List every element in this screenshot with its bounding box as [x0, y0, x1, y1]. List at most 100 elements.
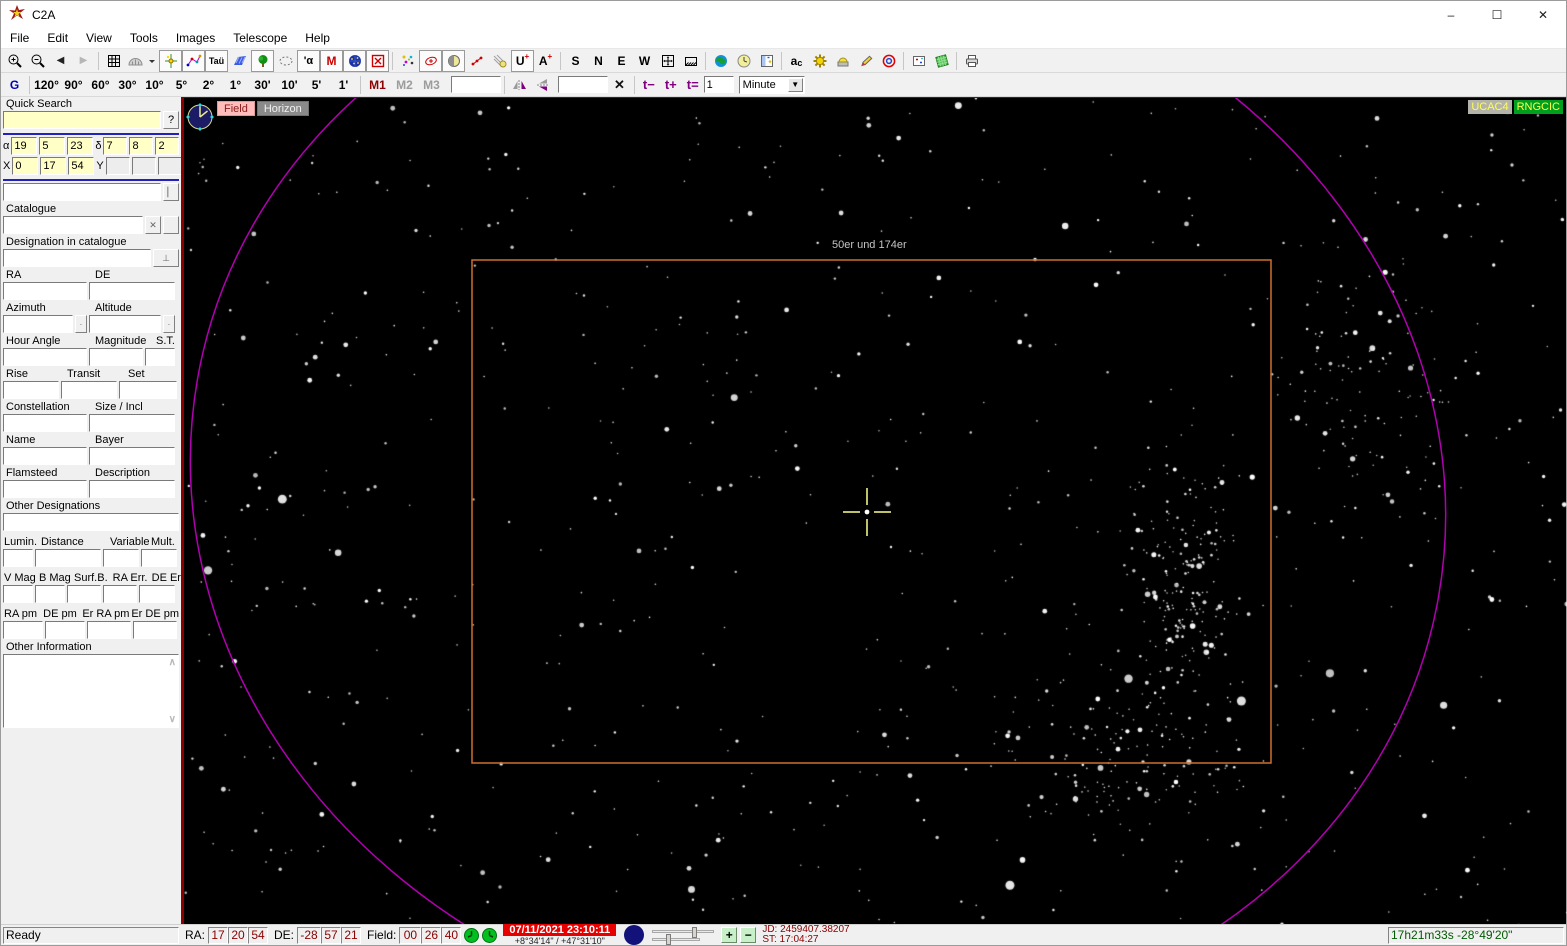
time-sliders[interactable]: [652, 926, 718, 945]
uranus-labels-icon[interactable]: U +: [511, 49, 534, 72]
azimuth-input[interactable]: [3, 315, 73, 333]
memory-3-button[interactable]: M3: [418, 74, 445, 96]
time-now-button[interactable]: t=: [682, 77, 704, 92]
fov-5m-button[interactable]: 5': [303, 74, 330, 96]
slider-thumb-top[interactable]: [692, 926, 698, 938]
other-info-textarea[interactable]: [4, 655, 178, 727]
quick-search-input[interactable]: [3, 111, 161, 129]
flip-horizontal-icon[interactable]: [508, 74, 531, 96]
pan-view-icon[interactable]: [656, 50, 679, 72]
cardinal-west-icon[interactable]: W: [633, 50, 656, 72]
star-names-icon[interactable]: 'α: [297, 49, 320, 72]
x1-input[interactable]: [12, 157, 39, 175]
catalogue-input[interactable]: [3, 216, 143, 234]
ra-s-input[interactable]: [67, 137, 94, 155]
er-de-pm-input[interactable]: [133, 621, 177, 639]
back-icon[interactable]: ◀: [49, 50, 72, 72]
maximize-button[interactable]: ☐: [1474, 1, 1520, 28]
cardinal-east-icon[interactable]: E: [610, 50, 633, 72]
grid-icon[interactable]: [102, 50, 125, 72]
fov-5-button[interactable]: 5°: [168, 74, 195, 96]
zoom-out-icon[interactable]: [26, 50, 49, 72]
transit-input[interactable]: [61, 381, 117, 399]
lumin-input[interactable]: [3, 549, 33, 567]
distance-input[interactable]: [35, 549, 101, 567]
pencil-icon[interactable]: [854, 50, 877, 72]
asteroids-icon[interactable]: [465, 50, 488, 72]
realtime2-icon[interactable]: [482, 927, 498, 943]
memory-2-button[interactable]: M2: [391, 74, 418, 96]
search-object-input[interactable]: [451, 76, 501, 93]
fov-90-button[interactable]: 90°: [60, 74, 87, 96]
ra-pm-input[interactable]: [3, 621, 43, 639]
constellation-names-icon[interactable]: Taü: [205, 49, 228, 72]
fov-60-button[interactable]: 60°: [87, 74, 114, 96]
orientation-compass-icon[interactable]: [185, 101, 217, 136]
slider-track-top[interactable]: [652, 929, 715, 933]
menu-telescope[interactable]: Telescope: [224, 29, 296, 47]
de-s-input[interactable]: [155, 137, 180, 155]
chevron-down-icon[interactable]: ▼: [787, 77, 803, 92]
magnitude-input[interactable]: [89, 348, 143, 366]
de-input[interactable]: [89, 282, 175, 300]
sky-chart[interactable]: Field Horizon UCAC4 RNGCIC 50er und 174e…: [181, 97, 1567, 926]
other-info-area[interactable]: ∧ ∨: [3, 654, 179, 728]
menu-edit[interactable]: Edit: [38, 29, 77, 47]
catalogue-extra-button[interactable]: [163, 216, 179, 234]
fov-10m-button[interactable]: 10': [276, 74, 303, 96]
constellation-input[interactable]: [3, 414, 87, 432]
bayer-input[interactable]: [89, 447, 175, 465]
slider-track-bottom[interactable]: [652, 937, 701, 941]
zoom-minus-button[interactable]: −: [740, 927, 757, 943]
other-designations-input[interactable]: [3, 513, 179, 531]
tab-field[interactable]: Field: [217, 101, 255, 116]
fov-30-button[interactable]: 30°: [114, 74, 141, 96]
minimize-button[interactable]: –: [1428, 1, 1474, 28]
y1-input[interactable]: [105, 157, 130, 175]
fov-120-button[interactable]: 120°: [33, 74, 60, 96]
goto-object-button[interactable]: ⊥: [153, 249, 179, 267]
y2-input[interactable]: [131, 157, 156, 175]
object-result-input[interactable]: [3, 183, 161, 201]
earth-map-icon[interactable]: [709, 50, 732, 72]
de-d-input[interactable]: [103, 137, 128, 155]
scroll-down-icon[interactable]: ∨: [169, 714, 176, 725]
altitude-input[interactable]: [89, 315, 161, 333]
goto-button[interactable]: G: [3, 74, 26, 96]
de-m-input[interactable]: [129, 137, 154, 155]
zoom-plus-button[interactable]: +: [721, 927, 738, 943]
asteroid-labels-icon[interactable]: A +: [534, 50, 557, 72]
fov-2-button[interactable]: 2°: [195, 74, 222, 96]
milky-way-icon[interactable]: [228, 50, 251, 72]
time-back-button[interactable]: t−: [638, 77, 660, 92]
rise-input[interactable]: [3, 381, 59, 399]
help-button[interactable]: ?: [163, 111, 179, 129]
telescope-target-icon[interactable]: [877, 50, 900, 72]
printer-icon[interactable]: [960, 50, 983, 72]
description-input[interactable]: [89, 480, 175, 498]
options-gear-icon[interactable]: [808, 50, 831, 72]
name-input[interactable]: [3, 447, 87, 465]
de-err-input[interactable]: [139, 585, 175, 603]
dome-view-icon[interactable]: [125, 50, 159, 72]
forward-icon[interactable]: ▶: [72, 50, 95, 72]
center-crosshair-icon[interactable]: [159, 49, 182, 72]
observatory-icon[interactable]: [831, 50, 854, 72]
fov-1-button[interactable]: 1°: [222, 74, 249, 96]
font-settings-icon[interactable]: ac: [785, 50, 808, 72]
red-frame-icon[interactable]: [366, 49, 389, 72]
deep-sky-icon[interactable]: [343, 49, 366, 72]
spin-button[interactable]: ▏: [163, 183, 179, 201]
datetime-widget[interactable]: 07/11/2021 23:10:11 +8°34'14" / +47°31'1…: [503, 924, 617, 946]
x2-input[interactable]: [40, 157, 67, 175]
menu-help[interactable]: Help: [296, 29, 339, 47]
planet-orbits-icon[interactable]: [419, 49, 442, 72]
set-input[interactable]: [119, 381, 177, 399]
close-button[interactable]: ✕: [1520, 1, 1566, 28]
object-name-input[interactable]: [558, 76, 608, 93]
y3-input[interactable]: [157, 157, 181, 175]
fov-1m-button[interactable]: 1': [330, 74, 357, 96]
azimuth-more-button[interactable]: ·: [75, 315, 87, 333]
ra-h-input[interactable]: [11, 137, 38, 155]
hour-angle-input[interactable]: [3, 348, 87, 366]
